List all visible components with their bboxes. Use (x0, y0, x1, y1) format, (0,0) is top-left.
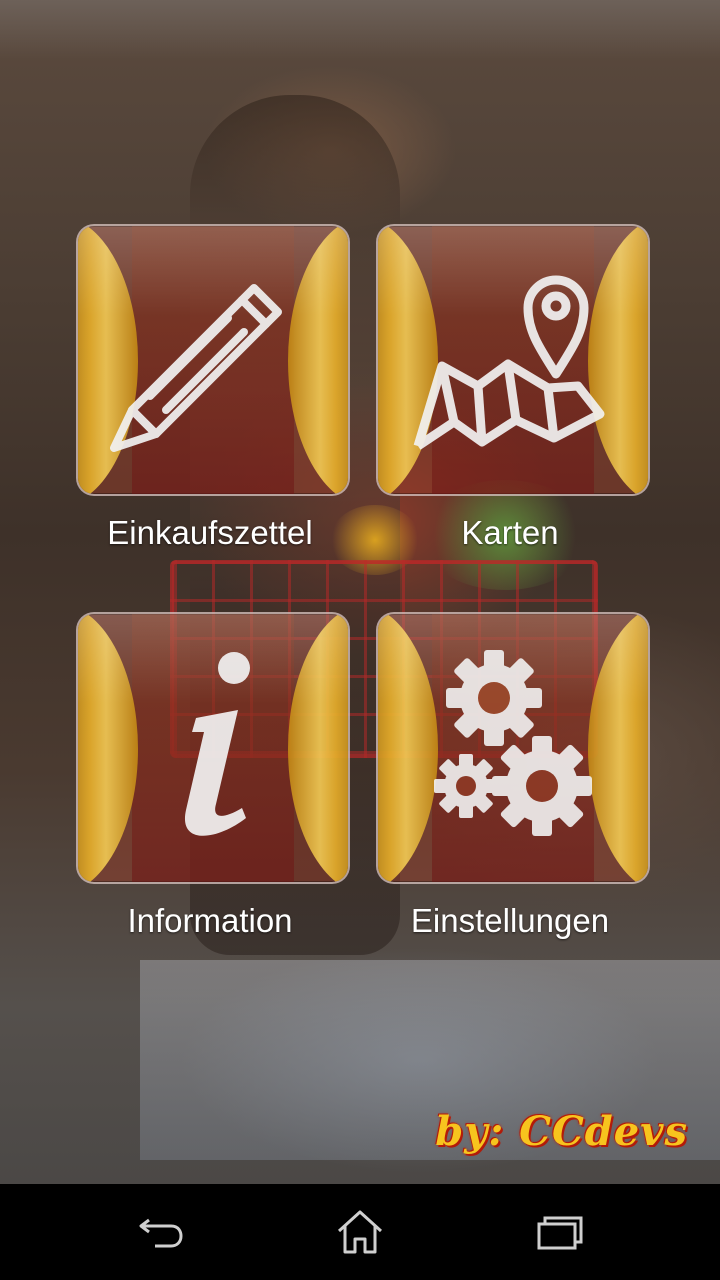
information-tile[interactable] (76, 612, 350, 884)
einkaufszettel-tile[interactable] (76, 224, 350, 496)
karten-label: Karten (461, 514, 559, 551)
einkaufszettel-label: Einkaufszettel (107, 514, 313, 551)
karten-tile[interactable] (376, 224, 650, 496)
developer-credit: by: CCdevs (435, 1108, 688, 1155)
map-pin-icon (413, 275, 605, 450)
back-icon (139, 1218, 183, 1248)
gears-icon (434, 650, 592, 836)
pencil-icon (110, 284, 282, 452)
einstellungen-tile[interactable] (376, 612, 650, 884)
info-icon (184, 652, 250, 836)
background-shelf (0, 0, 720, 60)
navigation-bar (0, 1184, 720, 1280)
recent-apps-button[interactable] (520, 1198, 600, 1266)
recent-apps-icon (537, 1216, 583, 1250)
background-photo (0, 0, 720, 1184)
back-button[interactable] (120, 1198, 200, 1266)
home-icon (337, 1210, 383, 1254)
information-label: Information (127, 902, 293, 939)
app-screen: Einkaufszettel Karten Information Einste… (0, 0, 720, 1280)
home-button[interactable] (320, 1198, 400, 1266)
einstellungen-label: Einstellungen (410, 902, 610, 939)
